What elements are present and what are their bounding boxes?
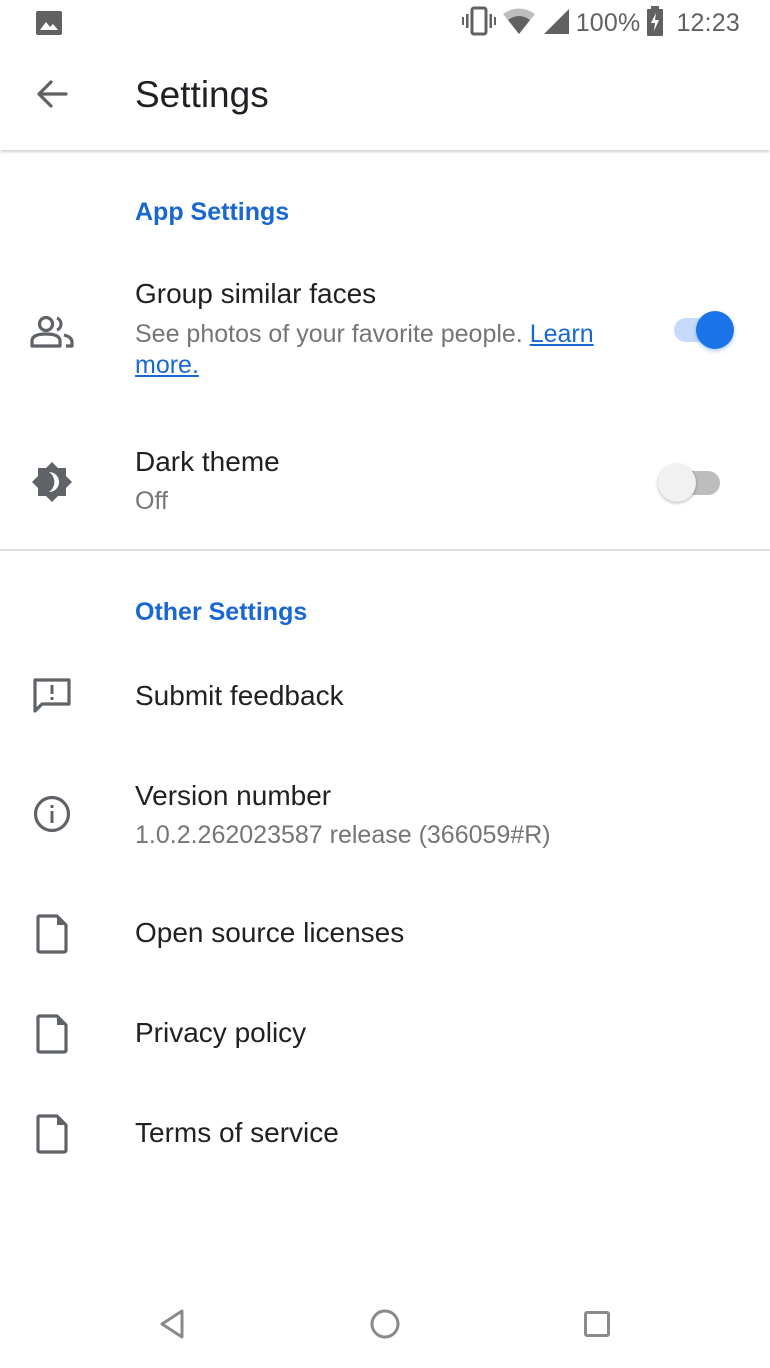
- back-button[interactable]: [28, 72, 76, 120]
- battery-charging-icon: [646, 5, 664, 41]
- setting-subtitle: Off: [135, 487, 168, 515]
- setting-terms-of-service[interactable]: Terms of service: [0, 1100, 770, 1170]
- setting-version-number[interactable]: Version number 1.0.2.262023587 release (…: [0, 768, 770, 868]
- setting-title: Terms of service: [135, 1117, 339, 1148]
- setting-submit-feedback[interactable]: Submit feedback: [0, 660, 770, 740]
- page-title: Settings: [135, 74, 269, 115]
- cell-signal-icon: [542, 7, 570, 40]
- wifi-icon: [502, 7, 536, 40]
- section-divider: [0, 549, 770, 551]
- setting-dark-theme[interactable]: Dark theme Off: [0, 446, 770, 546]
- group-faces-toggle[interactable]: [670, 309, 734, 349]
- setting-subtitle: See photos of your favorite people. Lear…: [135, 319, 635, 381]
- file-icon: [30, 1112, 74, 1156]
- version-string: 1.0.2.262023587 release (366059#R): [135, 821, 551, 849]
- system-nav-bar: [0, 1280, 770, 1368]
- setting-privacy-policy[interactable]: Privacy policy: [0, 1000, 770, 1070]
- file-icon: [30, 1012, 74, 1056]
- feedback-icon: [30, 674, 74, 718]
- nav-home-button[interactable]: [361, 1302, 409, 1350]
- section-header-other-settings: Other Settings: [135, 598, 308, 626]
- battery-percent: 100%: [575, 8, 641, 37]
- recents-square-icon: [583, 1310, 611, 1343]
- file-icon: [30, 912, 74, 956]
- dark-theme-toggle[interactable]: [658, 462, 722, 502]
- brightness-icon: [30, 460, 74, 504]
- app-bar: Settings: [0, 48, 770, 150]
- info-icon: [30, 792, 74, 836]
- setting-title: Privacy policy: [135, 1017, 307, 1048]
- setting-title: Open source licenses: [135, 917, 405, 948]
- setting-group-similar-faces[interactable]: Group similar faces See photos of your f…: [0, 268, 770, 398]
- clock: 12:23: [676, 8, 740, 37]
- toggle-thumb: [696, 311, 734, 349]
- setting-open-source-licenses[interactable]: Open source licenses: [0, 900, 770, 970]
- setting-title: Submit feedback: [135, 680, 344, 711]
- status-bar: 100% 12:23: [0, 0, 770, 48]
- setting-title: Dark theme: [135, 446, 280, 477]
- nav-back-button[interactable]: [148, 1302, 196, 1350]
- arrow-back-icon: [36, 78, 68, 115]
- back-triangle-icon: [157, 1308, 187, 1345]
- setting-title: Version number: [135, 780, 332, 811]
- toggle-thumb: [658, 464, 696, 502]
- nav-recents-button[interactable]: [573, 1302, 621, 1350]
- home-circle-icon: [369, 1308, 401, 1345]
- image-icon: [36, 11, 62, 35]
- people-icon: [30, 310, 74, 354]
- vibrate-icon: [461, 6, 496, 41]
- setting-description: See photos of your favorite people.: [135, 320, 523, 348]
- setting-title: Group similar faces: [135, 278, 377, 309]
- section-header-app-settings: App Settings: [135, 198, 290, 226]
